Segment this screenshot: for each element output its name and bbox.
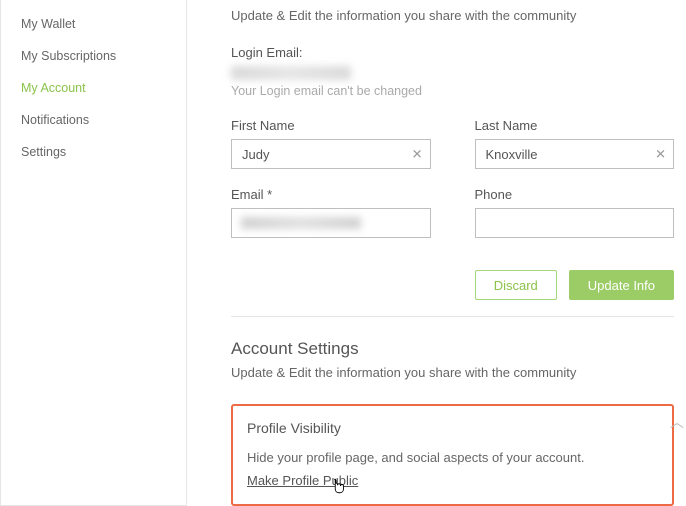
phone-label: Phone [475,187,675,202]
update-info-button[interactable]: Update Info [569,270,674,300]
sidebar-nav: My Wallet My Subscriptions My Account No… [0,0,187,506]
login-email-value-redacted [231,66,351,80]
clear-last-name-icon[interactable]: ✕ [655,148,666,161]
login-email-label: Login Email: [231,45,674,60]
make-profile-public-link[interactable]: Make Profile Public [247,473,358,488]
last-name-label: Last Name [475,118,675,133]
sidebar-item-subscriptions[interactable]: My Subscriptions [1,40,186,72]
section-desc: Update & Edit the information you share … [231,8,674,23]
sidebar-item-settings[interactable]: Settings [1,136,186,168]
sidebar-item-wallet[interactable]: My Wallet [1,8,186,40]
discard-button[interactable]: Discard [475,270,557,300]
first-name-label: First Name [231,118,431,133]
first-name-input[interactable] [231,139,431,169]
email-label: Email * [231,187,431,202]
collapse-chevron-icon[interactable]: ︿ [670,412,684,432]
login-email-hint: Your Login email can't be changed [231,84,674,98]
sidebar-item-account[interactable]: My Account [1,72,186,104]
profile-visibility-desc: Hide your profile page, and social aspec… [247,450,658,465]
divider [231,316,674,317]
account-settings-title: Account Settings [231,339,674,359]
email-value-redacted [241,217,361,229]
clear-first-name-icon[interactable]: ✕ [412,148,423,161]
main-content: Update & Edit the information you share … [187,0,686,506]
account-settings-desc: Update & Edit the information you share … [231,365,674,380]
last-name-input[interactable] [475,139,675,169]
sidebar-item-notifications[interactable]: Notifications [1,104,186,136]
profile-visibility-card: Profile Visibility Hide your profile pag… [231,404,674,506]
phone-input[interactable] [475,208,675,238]
profile-visibility-title: Profile Visibility [247,420,658,436]
